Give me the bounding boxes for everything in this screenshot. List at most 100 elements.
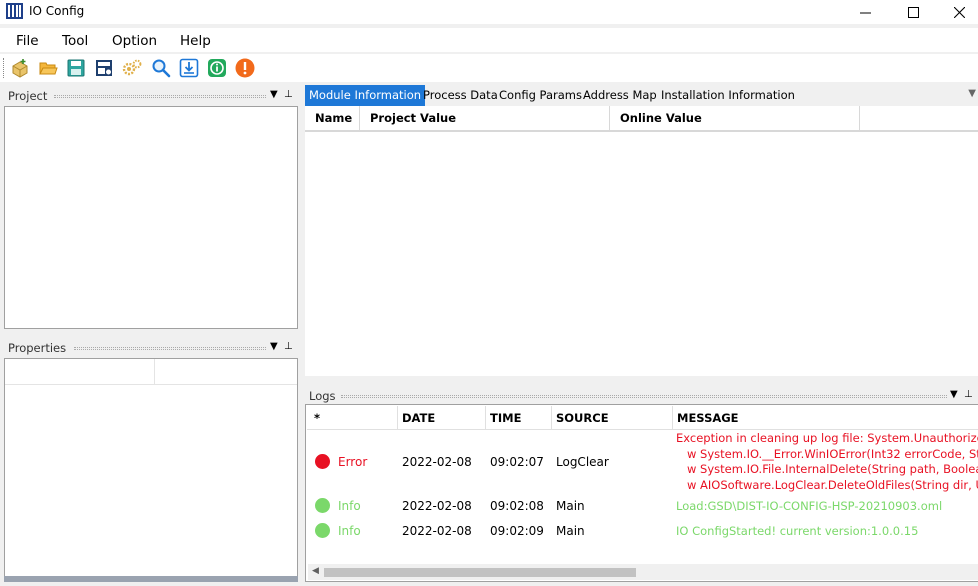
maximize-button[interactable] bbox=[890, 0, 936, 24]
logs-pane-header: Logs ▼ ⊥ bbox=[305, 386, 978, 406]
toolbar bbox=[0, 54, 978, 82]
log-message-line: w System.IO.File.InternalDelete(String p… bbox=[686, 462, 978, 476]
column-separator[interactable] bbox=[397, 406, 398, 430]
dropdown-icon[interactable]: ▼ bbox=[270, 341, 278, 352]
pin-icon[interactable]: ⊥ bbox=[284, 89, 293, 100]
logs-horizontal-scrollbar[interactable]: ◀ bbox=[308, 564, 978, 580]
window-title: IO Config bbox=[29, 4, 85, 18]
log-source: Main bbox=[556, 524, 585, 538]
log-date: 2022-02-08 bbox=[402, 455, 472, 469]
save-config-icon bbox=[96, 60, 112, 76]
log-message-line: w System.IO.__Error.WinIOError(Int32 err… bbox=[686, 447, 978, 461]
info-status-icon bbox=[315, 523, 330, 538]
error-status-icon bbox=[315, 454, 330, 469]
property-name-cell bbox=[5, 359, 155, 385]
module-grid-header: Name Project Value Online Value bbox=[305, 106, 978, 132]
menu-option[interactable]: Option bbox=[112, 33, 157, 49]
scroll-left-icon[interactable]: ◀ bbox=[312, 566, 319, 576]
warning-icon bbox=[235, 58, 255, 78]
properties-pane-title: Properties bbox=[8, 341, 67, 355]
properties-pane-header: Properties ▼ ⊥ bbox=[4, 338, 298, 358]
info-button[interactable] bbox=[206, 57, 228, 79]
add-module-icon bbox=[12, 59, 28, 78]
maximize-icon bbox=[907, 6, 919, 18]
pane-grip[interactable] bbox=[54, 95, 266, 98]
info-status-icon bbox=[315, 498, 330, 513]
tab-installation-information[interactable]: Installation Information bbox=[657, 85, 799, 106]
pin-icon[interactable]: ⊥ bbox=[964, 389, 973, 400]
properties-grid[interactable] bbox=[4, 358, 298, 578]
minimize-button[interactable] bbox=[842, 0, 888, 24]
column-level[interactable]: * bbox=[314, 411, 320, 425]
warning-button[interactable] bbox=[234, 57, 256, 79]
search-button[interactable] bbox=[150, 57, 172, 79]
log-message-line: Exception in cleaning up log file: Syste… bbox=[676, 431, 978, 445]
pin-icon[interactable]: ⊥ bbox=[284, 341, 293, 352]
close-icon bbox=[953, 6, 965, 18]
log-row[interactable]: Info 2022-02-08 09:02:09 Main IO ConfigS… bbox=[307, 519, 978, 543]
menu-tool[interactable]: Tool bbox=[62, 33, 88, 49]
menu-file[interactable]: File bbox=[16, 33, 39, 49]
dropdown-icon[interactable]: ▼ bbox=[950, 389, 958, 400]
dropdown-icon[interactable]: ▼ bbox=[270, 89, 278, 100]
project-pane-title: Project bbox=[8, 89, 48, 103]
log-message-line: IO ConfigStarted! current version:1.0.0.… bbox=[676, 524, 919, 538]
scrollbar-thumb[interactable] bbox=[324, 568, 636, 577]
tab-module-information[interactable]: Module Information bbox=[305, 85, 426, 106]
info-icon bbox=[208, 59, 226, 77]
tab-strip: Module Information Process Data Config P… bbox=[305, 85, 978, 106]
pane-grip[interactable] bbox=[341, 395, 947, 398]
open-folder-icon bbox=[39, 62, 58, 75]
pane-grip[interactable] bbox=[74, 347, 266, 350]
download-button[interactable] bbox=[178, 57, 200, 79]
settings-gears-icon bbox=[122, 59, 142, 76]
properties-bottom-bar bbox=[4, 576, 298, 582]
module-grid-body[interactable] bbox=[305, 132, 978, 376]
log-level: Error bbox=[338, 455, 368, 469]
menu-bar: File Tool Option Help bbox=[0, 28, 978, 52]
log-message-line: w AIOSoftware.LogClear.DeleteOldFiles(St… bbox=[686, 478, 978, 492]
settings-button[interactable] bbox=[121, 57, 143, 79]
log-level: Info bbox=[338, 499, 361, 513]
log-row[interactable]: Info 2022-02-08 09:02:08 Main Load:GSD\D… bbox=[307, 494, 978, 518]
toolbar-grip[interactable] bbox=[3, 58, 6, 78]
logs-grid-header: * DATE TIME SOURCE MESSAGE bbox=[307, 406, 978, 430]
column-name[interactable]: Name bbox=[305, 106, 360, 130]
save-config-button[interactable] bbox=[93, 57, 115, 79]
log-date: 2022-02-08 bbox=[402, 524, 472, 538]
save-button[interactable] bbox=[65, 57, 87, 79]
title-bar: IO Config bbox=[0, 0, 978, 24]
tab-address-map[interactable]: Address Map bbox=[579, 85, 661, 106]
column-time[interactable]: TIME bbox=[490, 411, 521, 425]
column-source[interactable]: SOURCE bbox=[556, 411, 609, 425]
close-button[interactable] bbox=[936, 0, 978, 24]
column-date[interactable]: DATE bbox=[402, 411, 435, 425]
save-icon bbox=[67, 59, 85, 77]
logs-pane-title: Logs bbox=[309, 389, 336, 403]
tab-list-icon[interactable]: ▼ bbox=[968, 88, 976, 99]
log-date: 2022-02-08 bbox=[402, 499, 472, 513]
log-row[interactable]: Error 2022-02-08 09:02:07 LogClear Excep… bbox=[307, 430, 978, 494]
column-separator[interactable] bbox=[672, 406, 673, 430]
column-message[interactable]: MESSAGE bbox=[677, 411, 739, 425]
column-separator[interactable] bbox=[551, 406, 552, 430]
tab-process-data[interactable]: Process Data bbox=[419, 85, 502, 106]
column-project-value[interactable]: Project Value bbox=[360, 106, 610, 130]
menu-help[interactable]: Help bbox=[180, 33, 211, 49]
log-source: Main bbox=[556, 499, 585, 513]
log-time: 09:02:09 bbox=[490, 524, 544, 538]
column-separator[interactable] bbox=[485, 406, 486, 430]
open-button[interactable] bbox=[37, 57, 59, 79]
column-online-value[interactable]: Online Value bbox=[610, 106, 860, 130]
tab-config-params[interactable]: Config Params bbox=[495, 85, 586, 106]
log-time: 09:02:08 bbox=[490, 499, 544, 513]
log-time: 09:02:07 bbox=[490, 455, 544, 469]
project-pane-header: Project ▼ ⊥ bbox=[4, 86, 298, 106]
property-value-cell bbox=[155, 359, 297, 385]
minimize-icon bbox=[859, 12, 871, 13]
log-level: Info bbox=[338, 524, 361, 538]
add-module-button[interactable] bbox=[9, 57, 31, 79]
project-tree[interactable] bbox=[4, 106, 298, 329]
log-source: LogClear bbox=[556, 455, 609, 469]
download-icon bbox=[179, 58, 199, 78]
